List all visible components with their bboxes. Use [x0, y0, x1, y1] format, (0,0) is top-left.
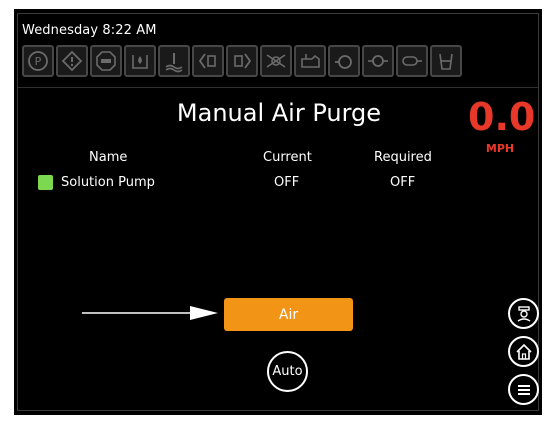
date-time: Wednesday 8:22 AM	[22, 23, 157, 38]
operator-button[interactable]	[508, 298, 539, 329]
column-header-name: Name	[89, 150, 128, 165]
menu-icon	[517, 384, 530, 395]
callout-arrow	[82, 306, 218, 320]
row-required-value: OFF	[390, 175, 416, 190]
operator-icon	[517, 305, 530, 322]
light-icon	[260, 45, 292, 77]
fluid-level-icon	[124, 45, 156, 77]
parking-brake-icon: P	[22, 45, 54, 77]
column-header-current: Current	[263, 150, 312, 165]
auto-button[interactable]: Auto	[267, 351, 308, 392]
svg-text:P: P	[35, 55, 42, 68]
home-button[interactable]	[508, 336, 539, 367]
brush-motor-icon	[362, 45, 394, 77]
speed-unit: MPH	[485, 142, 515, 155]
left-turn-signal-icon	[192, 45, 224, 77]
recovery-tank-icon	[430, 45, 462, 77]
engine-oil-icon	[294, 45, 326, 77]
water-temperature-icon	[158, 45, 190, 77]
warning-icon	[56, 45, 88, 77]
speed-readout: 0.0	[468, 95, 536, 139]
column-header-required: Required	[374, 150, 432, 165]
air-button[interactable]: Air	[224, 298, 353, 331]
status-indicator	[38, 175, 53, 190]
engine-icon	[328, 45, 360, 77]
header-divider	[18, 87, 538, 88]
row-current-value: OFF	[274, 175, 300, 190]
indicator-bar: P	[22, 45, 462, 79]
stop-icon	[90, 45, 122, 77]
home-icon	[515, 343, 532, 360]
row-name: Solution Pump	[61, 175, 155, 190]
hydraulic-filter-icon	[396, 45, 428, 77]
menu-button[interactable]	[508, 374, 539, 405]
right-turn-signal-icon	[226, 45, 258, 77]
